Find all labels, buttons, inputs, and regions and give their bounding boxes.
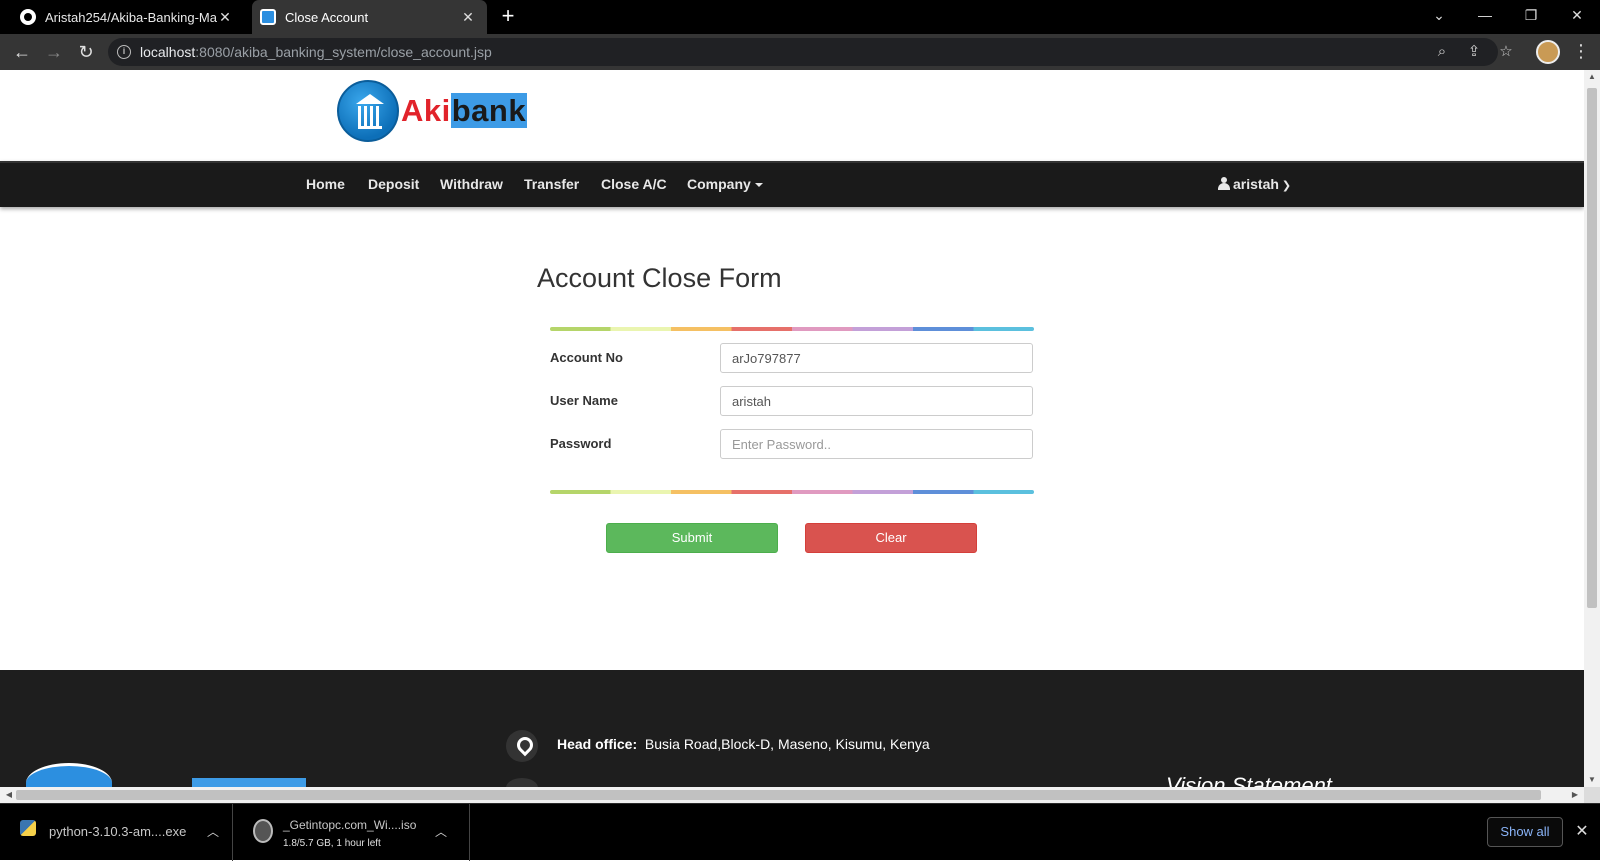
download-filename: _Getintopc.com_Wi....iso (283, 818, 417, 832)
scrollbar-corner (1584, 787, 1600, 803)
bank-favicon-icon (260, 9, 276, 25)
vertical-scroll-thumb[interactable] (1587, 88, 1597, 608)
url-host: localhost (140, 44, 196, 60)
head-office-info: Head office: Busia Road,Block-D, Maseno,… (557, 736, 930, 752)
tab-title: Close Account (285, 9, 369, 25)
download-item[interactable]: python-3.10.3-am....exe ︿ (0, 804, 233, 861)
nav-transfer[interactable]: Transfer (524, 176, 579, 192)
location-pin-icon (506, 730, 538, 762)
reload-icon[interactable]: ↻ (74, 40, 98, 64)
github-icon (20, 9, 36, 25)
caret-down-icon (754, 183, 763, 188)
close-tab-icon[interactable]: ✕ (460, 9, 476, 25)
show-all-downloads-button[interactable]: Show all (1487, 817, 1563, 847)
scroll-up-arrow-icon[interactable]: ▲ (1584, 70, 1600, 84)
browser-menu-icon[interactable]: ⋮ (1572, 40, 1590, 64)
logo-text: Akibank (401, 93, 528, 129)
site-info-icon[interactable]: i (117, 45, 131, 59)
downloads-bar: python-3.10.3-am....exe ︿ _Getintopc.com… (0, 803, 1600, 861)
close-tab-icon[interactable]: ✕ (217, 9, 233, 25)
download-filename: python-3.10.3-am....exe (49, 824, 187, 839)
nav-company-dropdown[interactable]: Company (687, 176, 763, 192)
scroll-left-arrow-icon[interactable]: ◀ (2, 787, 16, 803)
user-name-input[interactable] (720, 386, 1033, 416)
phone-icon (506, 778, 538, 787)
head-office-label: Head office: (557, 736, 638, 752)
user-name-label: User Name (550, 393, 618, 408)
site-navbar: Home Deposit Withdraw Transfer Close A/C… (0, 161, 1584, 207)
logo-text-highlight: bank (450, 93, 528, 128)
site-footer: Head office: Busia Road,Block-D, Maseno,… (0, 670, 1584, 787)
nav-company-label: Company (687, 176, 751, 192)
url-path: :8080/akiba_banking_system/close_account… (195, 44, 492, 60)
horizontal-scrollbar[interactable]: ◀ ▶ (0, 787, 1584, 803)
back-arrow-icon[interactable]: ← (10, 40, 34, 64)
vision-statement-heading: Vision Statement (1166, 773, 1332, 787)
forward-arrow-icon[interactable]: → (42, 40, 66, 64)
account-no-label: Account No (550, 350, 623, 365)
password-label: Password (550, 436, 612, 451)
browser-toolbar: ← → ↻ i localhost:8080/akiba_banking_sys… (0, 34, 1600, 70)
tab-search-icon[interactable]: ⌄ (1416, 0, 1462, 34)
account-no-input[interactable] (720, 343, 1033, 373)
user-menu-dropdown[interactable]: aristah ❯ (1218, 176, 1291, 192)
nav-close-ac[interactable]: Close A/C (601, 176, 667, 192)
close-window-button[interactable]: ✕ (1554, 0, 1600, 34)
page-viewport: Akibank Home Deposit Withdraw Transfer C… (0, 70, 1584, 787)
restore-window-button[interactable]: ❐ (1508, 0, 1554, 34)
clear-button[interactable]: Clear (805, 523, 977, 553)
site-logo[interactable]: Akibank (337, 80, 528, 142)
horizontal-scroll-thumb[interactable] (16, 790, 1541, 800)
download-item[interactable]: _Getintopc.com_Wi....iso 1.8/5.7 GB, 1 h… (235, 804, 470, 861)
user-name-label: aristah (1233, 176, 1279, 192)
tab-title: Aristah254/Akiba-Banking-Manag (45, 9, 217, 25)
bank-building-icon (337, 80, 399, 142)
chevron-down-icon: ❯ (1281, 180, 1292, 192)
browser-tab-github[interactable]: Aristah254/Akiba-Banking-Manag ✕ (8, 0, 244, 34)
scroll-down-arrow-icon[interactable]: ▼ (1584, 773, 1600, 787)
browser-tab-close-account[interactable]: Close Account ✕ (252, 0, 487, 34)
chevron-up-icon[interactable]: ︿ (205, 824, 221, 840)
browser-tab-strip: Aristah254/Akiba-Banking-Manag ✕ Close A… (0, 0, 1600, 34)
minimize-window-button[interactable]: — (1462, 0, 1508, 34)
disc-file-icon (253, 819, 273, 843)
nav-deposit[interactable]: Deposit (368, 176, 419, 192)
download-progress-status: 1.8/5.7 GB, 1 hour left (283, 838, 381, 849)
new-tab-button[interactable]: + (496, 5, 520, 28)
python-file-icon (20, 820, 36, 836)
vertical-scrollbar[interactable]: ▲ ▼ (1584, 70, 1600, 787)
nav-home[interactable]: Home (306, 176, 345, 192)
nav-withdraw[interactable]: Withdraw (440, 176, 503, 192)
scroll-right-arrow-icon[interactable]: ▶ (1568, 787, 1582, 803)
password-input[interactable] (720, 429, 1033, 459)
address-bar[interactable]: i localhost:8080/akiba_banking_system/cl… (108, 38, 1498, 66)
submit-button[interactable]: Submit (606, 523, 778, 553)
footer-logo-icon (26, 763, 112, 787)
chevron-up-icon[interactable]: ︿ (433, 824, 449, 840)
head-office-address: Busia Road,Block-D, Maseno, Kisumu, Keny… (644, 736, 930, 752)
rainbow-divider-bottom (550, 490, 1034, 494)
page-title: Account Close Form (537, 263, 782, 293)
logo-text-red: Aki (401, 93, 451, 128)
user-icon (1218, 177, 1230, 190)
footer-logo-banner (192, 778, 306, 787)
zoom-icon[interactable]: ⌕ (1432, 42, 1452, 62)
profile-avatar[interactable] (1536, 40, 1560, 64)
bookmark-star-icon[interactable]: ☆ (1496, 42, 1516, 62)
share-icon[interactable]: ⇪ (1464, 42, 1484, 62)
close-downloads-bar-icon[interactable]: ✕ (1572, 822, 1592, 842)
rainbow-divider-top (550, 327, 1034, 331)
